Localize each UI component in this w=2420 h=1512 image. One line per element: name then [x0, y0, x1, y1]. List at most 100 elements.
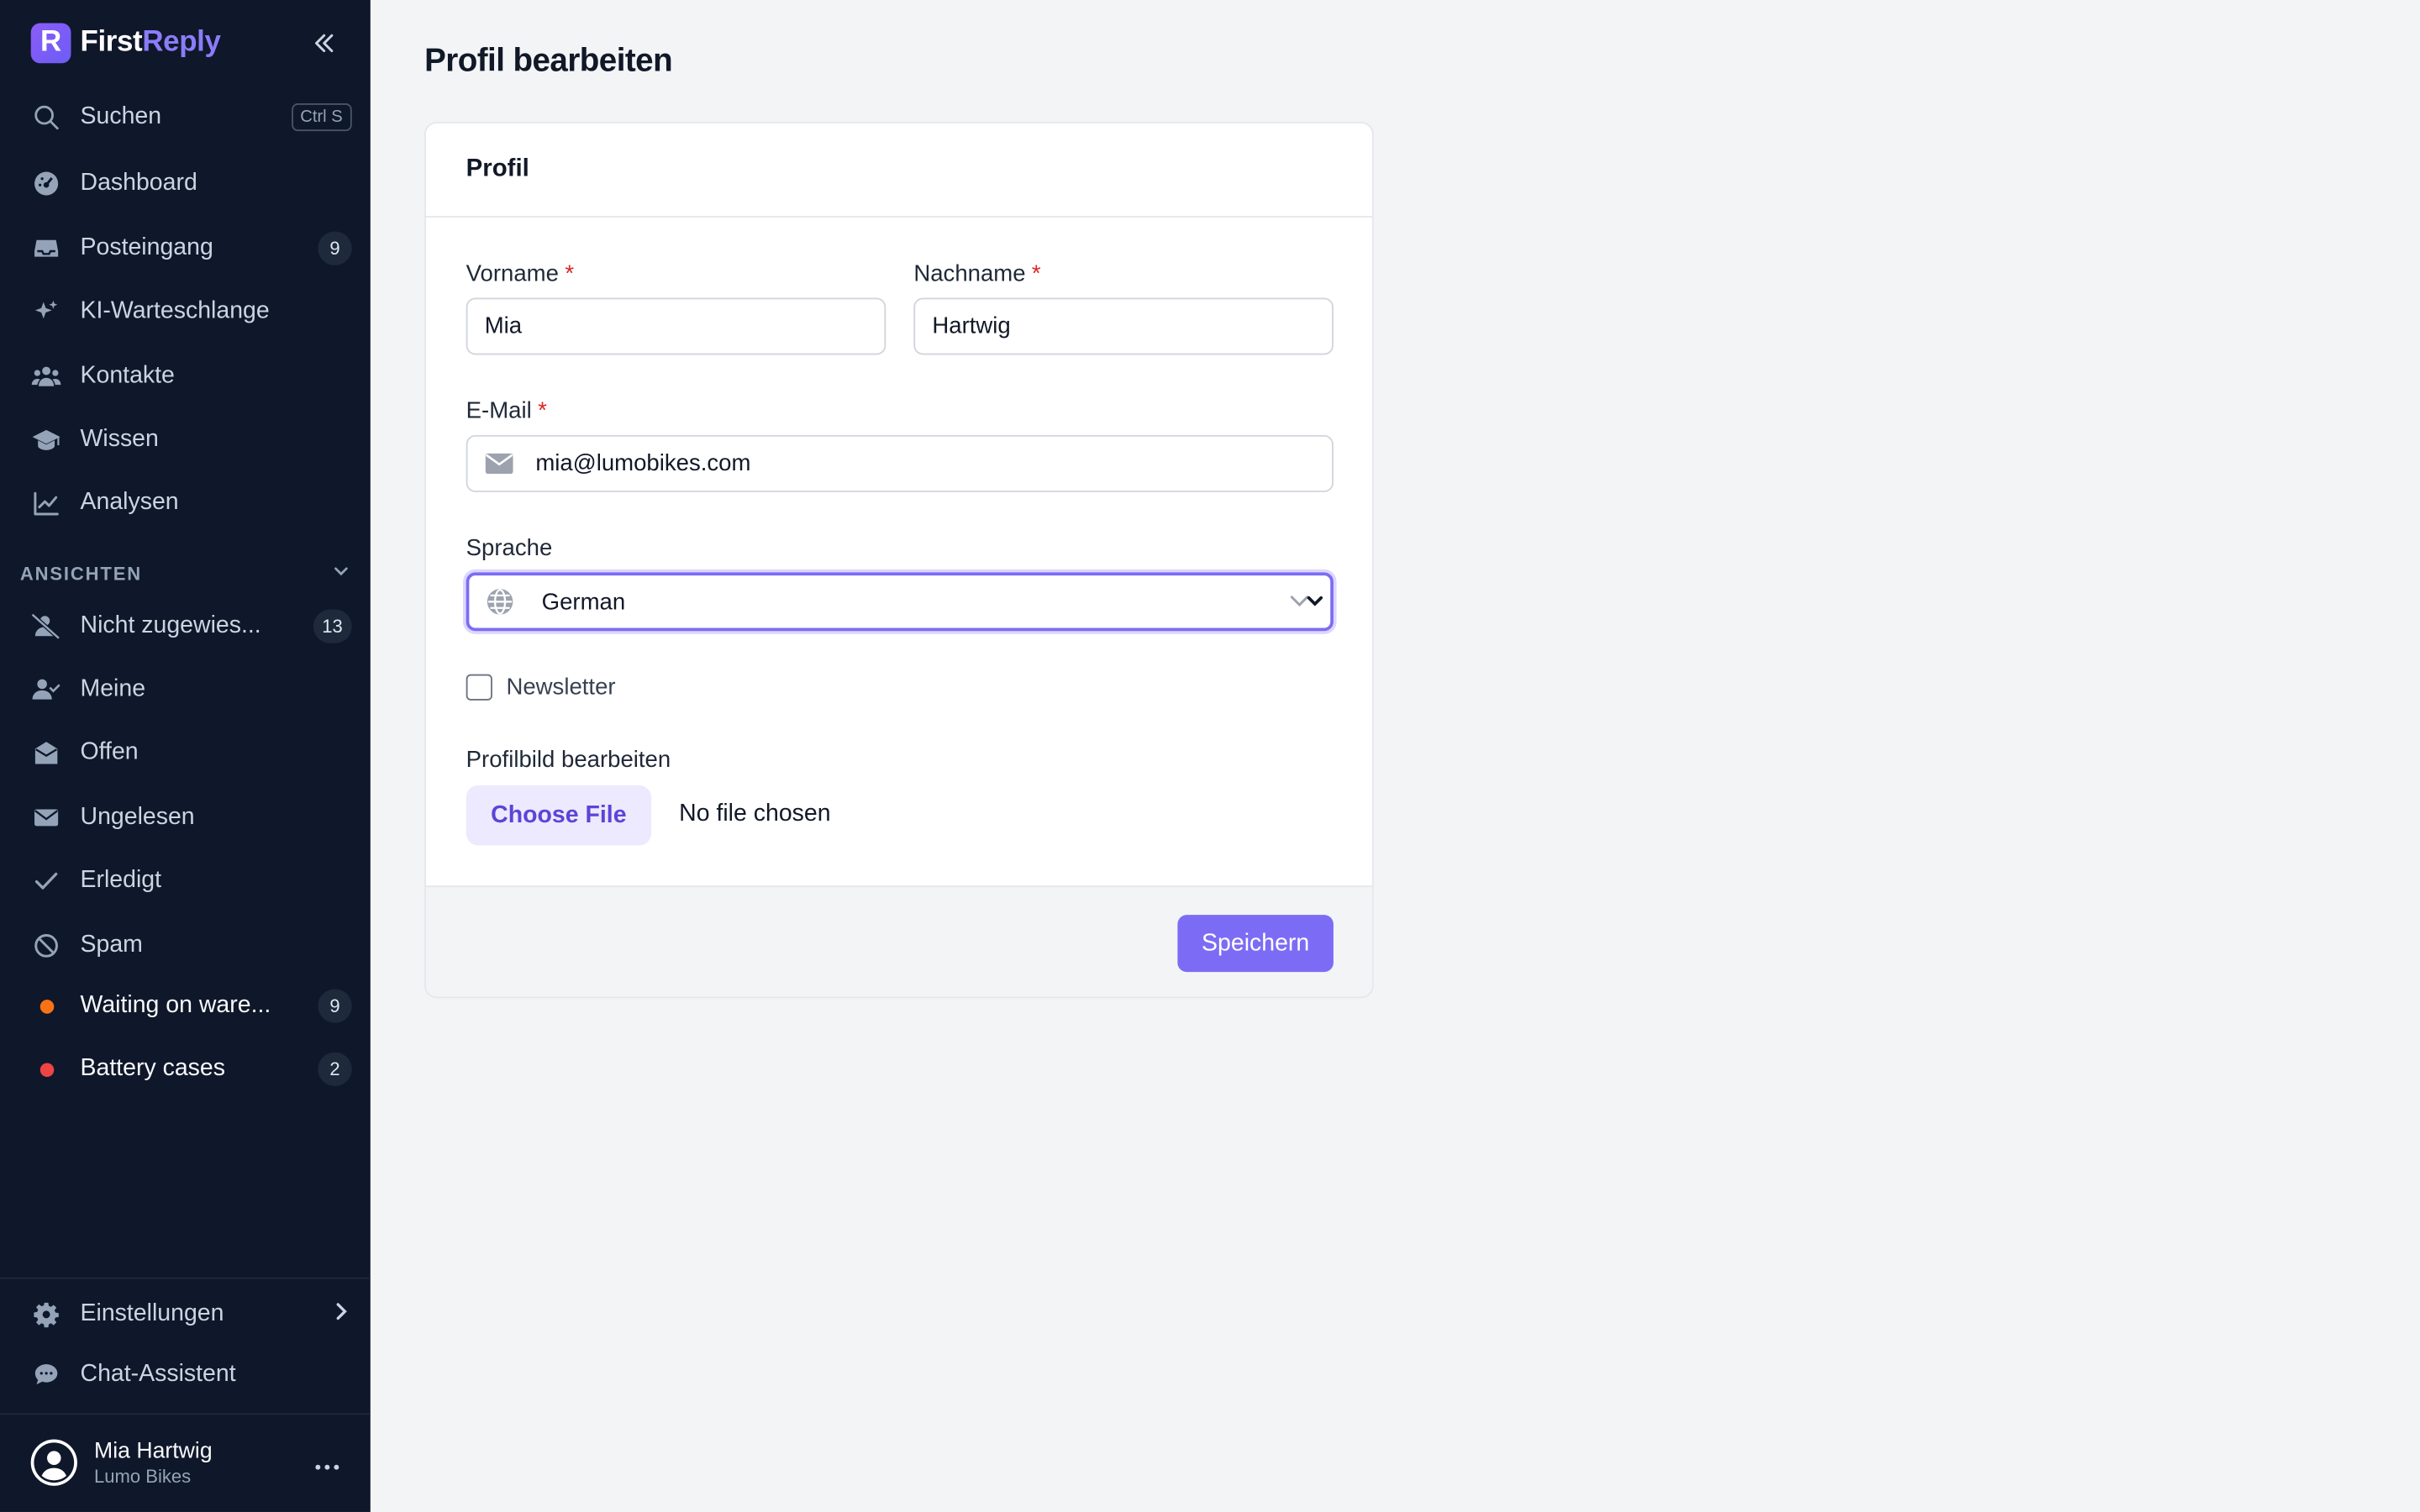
sidebar-view-unread[interactable]: Ungelesen	[18, 790, 352, 845]
brand-name-second: Reply	[142, 26, 221, 59]
save-button[interactable]: Speichern	[1177, 915, 1334, 973]
more-options-icon[interactable]	[315, 1446, 339, 1479]
user-name: Mia Hartwig	[94, 1438, 213, 1464]
sidebar-item-label: Chat-Assistent	[80, 1360, 236, 1388]
sidebar-item-label: Offen	[80, 738, 139, 766]
envelope-open-icon	[31, 738, 62, 769]
chevron-down-icon	[332, 562, 350, 585]
status-dot-red	[31, 1053, 62, 1084]
chevron-down-icon	[1290, 592, 1323, 611]
language-value: German	[541, 588, 626, 615]
user-profile-menu[interactable]: Mia Hartwig Lumo Bikes	[30, 1435, 339, 1490]
battery-count-badge: 2	[318, 1052, 352, 1087]
language-select[interactable]: German	[466, 572, 1334, 632]
sidebar-item-chat-assistant[interactable]: Chat-Assistent	[18, 1347, 352, 1402]
sidebar-item-analytics[interactable]: Analysen	[18, 475, 352, 531]
sidebar-item-settings[interactable]: Einstellungen	[18, 1287, 352, 1342]
user-check-icon	[31, 675, 62, 706]
search-label: Suchen	[80, 103, 162, 130]
choose-file-button[interactable]: Choose File	[466, 785, 652, 846]
required-marker: *	[538, 397, 547, 425]
search-icon	[31, 102, 62, 133]
page-title: Profil bearbeiten	[424, 43, 673, 79]
avatar-upload-label: Profilbild bearbeiten	[466, 746, 671, 774]
brand-name: FirstReply	[81, 26, 221, 60]
gear-icon	[31, 1299, 62, 1331]
sidebar-item-label: Erledigt	[80, 867, 162, 894]
sidebar-divider	[0, 1413, 371, 1415]
user-info: Mia Hartwig Lumo Bikes	[94, 1439, 315, 1487]
card-header: Profil	[425, 123, 1372, 218]
sidebar-item-label: Einstellungen	[80, 1300, 224, 1327]
search-shortcut: Ctrl S	[291, 103, 352, 132]
chat-bubble-icon	[31, 1359, 62, 1390]
lastname-label: Nachname *	[913, 260, 1040, 286]
sidebar-item-label: Waiting on ware...	[80, 991, 271, 1019]
sidebar-item-label: Battery cases	[80, 1055, 225, 1082]
sidebar-item-contacts[interactable]: Kontakte	[18, 349, 352, 404]
file-status-text: No file chosen	[679, 801, 831, 827]
lastname-input[interactable]: Hartwig	[913, 297, 1334, 355]
views-section-title: ANSICHTEN	[19, 562, 143, 585]
sidebar-view-battery[interactable]: Battery cases 2	[18, 1042, 352, 1097]
sidebar-view-open[interactable]: Offen	[18, 725, 352, 780]
sidebar: R FirstReply Suchen Ctrl S Dashboard Pos…	[0, 0, 371, 1512]
language-label: Sprache	[466, 535, 553, 562]
sidebar-view-waiting[interactable]: Waiting on ware... 9	[18, 978, 352, 1033]
page-root: R FirstReply Suchen Ctrl S Dashboard Pos…	[0, 0, 2420, 1512]
chevron-right-icon	[330, 1299, 352, 1329]
inbox-icon	[31, 233, 62, 264]
views-section-header[interactable]: ANSICHTEN	[20, 562, 350, 585]
sidebar-divider	[0, 1277, 371, 1279]
firstname-label-text: Vorname	[466, 260, 559, 287]
required-marker: *	[565, 260, 575, 287]
user-org: Lumo Bikes	[94, 1464, 192, 1487]
card-footer: Speichern	[425, 885, 1372, 997]
brand-logo: R	[30, 23, 71, 64]
sidebar-item-label: Spam	[80, 932, 143, 958]
email-field[interactable]: mia@lumobikes.com	[466, 434, 1334, 492]
search-button[interactable]: Suchen Ctrl S	[18, 90, 352, 145]
chart-line-icon	[31, 487, 62, 518]
sidebar-item-label: Dashboard	[80, 170, 197, 197]
sidebar-item-label: Ungelesen	[80, 803, 195, 831]
avatar	[30, 1439, 77, 1486]
email-label-text: E-Mail	[466, 397, 532, 425]
firstname-label: Vorname *	[466, 260, 574, 286]
collapse-sidebar-icon[interactable]	[308, 28, 339, 59]
sidebar-view-done[interactable]: Erledigt	[18, 853, 352, 909]
sidebar-item-label: KI-Warteschlange	[80, 297, 270, 324]
envelope-icon	[31, 802, 62, 833]
sidebar-item-label: Kontakte	[80, 362, 175, 389]
newsletter-checkbox[interactable]	[466, 674, 492, 701]
waiting-count-badge: 9	[318, 989, 352, 1023]
email-label: E-Mail *	[466, 398, 547, 424]
globe-icon	[487, 588, 514, 616]
users-icon	[31, 361, 62, 392]
sidebar-item-label: Posteingang	[80, 234, 213, 261]
sidebar-item-label: Wissen	[80, 425, 159, 453]
card-title: Profil	[466, 155, 529, 182]
status-dot-orange	[31, 990, 62, 1021]
sidebar-item-dashboard[interactable]: Dashboard	[18, 156, 352, 212]
brand[interactable]: R FirstReply	[30, 22, 221, 65]
sidebar-item-label: Analysen	[80, 489, 179, 516]
lastname-value: Hartwig	[932, 312, 1011, 340]
user-slash-icon	[30, 611, 62, 642]
dashboard-icon	[31, 168, 62, 199]
sidebar-item-knowledge[interactable]: Wissen	[18, 412, 352, 467]
newsletter-label[interactable]: Newsletter	[506, 675, 615, 701]
firstname-value: Mia	[484, 312, 523, 340]
sparkles-icon	[31, 297, 62, 328]
sidebar-view-mine[interactable]: Meine	[18, 662, 352, 717]
sidebar-view-unassigned[interactable]: Nicht zugewies... 13	[18, 599, 352, 654]
sidebar-item-label: Meine	[80, 675, 146, 702]
sidebar-item-inbox[interactable]: Posteingang 9	[18, 221, 352, 276]
sidebar-view-spam[interactable]: Spam	[18, 918, 352, 974]
inbox-count-badge: 9	[318, 231, 352, 265]
sidebar-item-ai-queue[interactable]: KI-Warteschlange	[18, 284, 352, 339]
ban-icon	[31, 931, 62, 962]
firstname-input[interactable]: Mia	[466, 297, 886, 355]
brand-name-first: First	[80, 26, 143, 59]
profile-card: Profil Vorname * Mia Nachname * Hartwig E-…	[424, 122, 1374, 999]
